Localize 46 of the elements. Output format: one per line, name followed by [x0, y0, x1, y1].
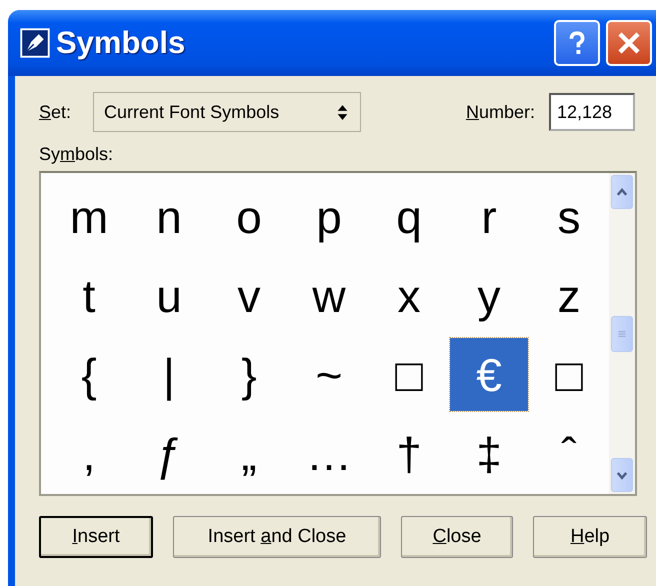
number-label: Number:: [466, 102, 535, 122]
symbol-cell[interactable]: †: [370, 417, 448, 490]
symbol-cell[interactable]: „: [210, 417, 288, 490]
symbol-cell[interactable]: u: [130, 259, 208, 332]
symbol-cell[interactable]: p: [290, 180, 368, 253]
dialog-button[interactable]: Help: [533, 516, 647, 558]
dialog-button[interactable]: Insert: [39, 516, 153, 558]
symbol-cell[interactable]: t: [50, 259, 128, 332]
dialog-button[interactable]: Close: [401, 516, 513, 558]
symbol-cell[interactable]: m: [50, 180, 128, 253]
up-down-arrows-icon: [337, 104, 348, 120]
symbol-cell[interactable]: {: [50, 338, 128, 411]
symbol-cell[interactable]: r: [450, 180, 528, 253]
number-field[interactable]: 12,128: [549, 93, 635, 131]
symbols-label: Symbols:: [39, 144, 114, 165]
window-title: Symbols: [56, 25, 186, 61]
symbol-cell[interactable]: v: [210, 259, 288, 332]
symbol-cell[interactable]: o: [210, 180, 288, 253]
symbol-cell[interactable]: }: [210, 338, 288, 411]
scroll-up-icon[interactable]: [611, 175, 633, 209]
symbol-cell[interactable]: □: [530, 338, 608, 411]
dialog-button[interactable]: Insert and Close: [173, 516, 381, 558]
symbol-cell[interactable]: ,: [50, 417, 128, 490]
symbol-cell[interactable]: …: [290, 417, 368, 490]
symbol-cell[interactable]: |: [130, 338, 208, 411]
help-icon[interactable]: [554, 20, 600, 66]
close-icon[interactable]: [606, 20, 652, 66]
symbol-cell[interactable]: z: [530, 259, 608, 332]
symbol-cell[interactable]: w: [290, 259, 368, 332]
symbol-cell[interactable]: s: [530, 180, 608, 253]
set-dropdown[interactable]: Current Font Symbols: [93, 92, 362, 132]
symbol-cell[interactable]: €: [450, 338, 528, 411]
symbol-cell[interactable]: ~: [290, 338, 368, 411]
symbol-cell[interactable]: ƒ: [130, 417, 208, 490]
symbol-cell[interactable]: q: [370, 180, 448, 253]
pen-nib-icon: [20, 28, 50, 58]
set-label: Set:: [39, 102, 72, 122]
scroll-thumb[interactable]: [611, 316, 633, 352]
symbol-cell[interactable]: x: [370, 259, 448, 332]
symbol-cell[interactable]: ˆ: [530, 417, 608, 490]
symbol-cell[interactable]: n: [130, 180, 208, 253]
scrollbar[interactable]: [609, 173, 635, 494]
scroll-down-icon[interactable]: [611, 458, 633, 492]
symbol-cell[interactable]: ‡: [450, 417, 528, 490]
symbol-cell[interactable]: y: [450, 259, 528, 332]
symbol-cell[interactable]: □: [370, 338, 448, 411]
